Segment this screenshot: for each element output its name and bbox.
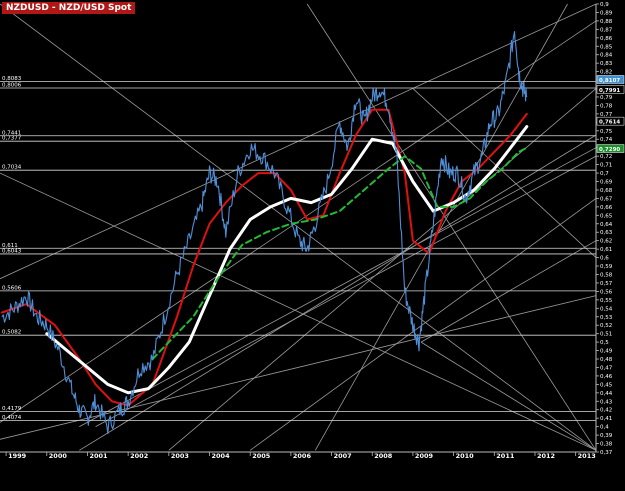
chart: 0,8083 0,8006 0,7441 0,7377 0,7034 0,611 0,604… [0, 0, 625, 487]
y-tick-label-17: 0,54 [600, 306, 613, 312]
x-tick-label-5: 2004 [212, 452, 231, 460]
level-label-7: 0,5606 [2, 285, 22, 291]
y-tick-label-20: 0,57 [600, 281, 613, 287]
level-label-3: 0,7377 [2, 136, 22, 142]
price-tag-label-3: 0,7290 [599, 147, 620, 153]
y-tick-label-41: 0,78 [600, 103, 613, 109]
y-tick-label-6: 0,43 [600, 399, 613, 405]
chart-plot: 0,80830,80060,74410,73770,70340,6110,604… [0, 2, 625, 460]
y-tick-label-26: 0,63 [600, 230, 613, 236]
level-label-10: 0,4074 [2, 415, 22, 421]
y-tick-label-21: 0,58 [600, 272, 613, 278]
y-tick-label-38: 0,75 [600, 129, 613, 135]
y-tick-label-23: 0,6 [600, 256, 609, 262]
y-tick-label-52: 0,89 [600, 10, 613, 16]
x-tick-label-10: 2009 [415, 452, 434, 460]
x-tick-label-0: 1999 [8, 452, 27, 460]
level-label-0: 0,8083 [2, 76, 22, 82]
y-tick-label-37: 0,74 [600, 137, 613, 143]
y-tick-label-19: 0,56 [600, 289, 613, 295]
level-label-6: 0,6043 [2, 248, 22, 254]
y-tick-label-48: 0,85 [600, 44, 613, 50]
moving-average-1 [45, 125, 529, 395]
y-tick-label-33: 0,7 [600, 171, 609, 177]
y-tick-label-10: 0,47 [600, 365, 613, 371]
y-tick-label-35: 0,72 [600, 154, 612, 160]
level-label-4: 0,7034 [2, 165, 22, 171]
y-tick-label-16: 0,53 [600, 315, 613, 321]
y-tick-label-12: 0,49 [600, 349, 613, 355]
x-tick-label-13: 2012 [537, 452, 555, 460]
y-tick-label-13: 0,5 [600, 340, 609, 346]
y-tick-label-49: 0,86 [600, 36, 613, 42]
x-tick-label-4: 2003 [171, 452, 189, 460]
x-tick-label-6: 2005 [252, 452, 271, 460]
y-tick-label-24: 0,61 [600, 247, 612, 253]
y-tick-label-27: 0,64 [600, 222, 613, 228]
trendline-0 [0, 3, 597, 451]
y-tick-label-32: 0,69 [600, 180, 613, 186]
y-tick-label-7: 0,44 [600, 391, 613, 397]
level-label-9: 0,4179 [2, 406, 22, 412]
y-tick-label-0: 0,37 [600, 450, 613, 456]
y-tick-label-22: 0,59 [600, 264, 613, 270]
trendline-12 [420, 240, 597, 343]
level-label-1: 0,8006 [2, 83, 22, 89]
y-tick-label-46: 0,83 [600, 61, 613, 67]
y-tick-label-8: 0,45 [600, 382, 613, 388]
y-tick-label-25: 0,62 [600, 239, 612, 245]
trendline-11 [420, 341, 597, 451]
x-tick-label-14: 2013 [578, 452, 596, 460]
x-tick-label-3: 2002 [130, 452, 148, 460]
y-tick-label-42: 0,79 [600, 95, 613, 101]
y-tick-label-28: 0,65 [600, 213, 613, 219]
x-tick-label-12: 2011 [496, 452, 515, 460]
y-tick-label-31: 0,68 [600, 188, 613, 194]
x-tick-label-1: 2000 [49, 452, 68, 460]
x-tick-label-8: 2007 [334, 452, 352, 460]
y-tick-label-4: 0,41 [600, 416, 612, 422]
trendline-6 [95, 155, 597, 427]
price-tag-label-1: 0,7991 [599, 88, 620, 94]
level-label-8: 0,5082 [2, 330, 21, 336]
y-tick-label-51: 0,88 [600, 19, 613, 25]
x-tick-label-2: 2001 [89, 452, 108, 460]
y-tick-label-45: 0,82 [600, 70, 612, 76]
y-tick-label-11: 0,48 [600, 357, 613, 363]
y-tick-label-5: 0,42 [600, 408, 612, 414]
y-tick-label-30: 0,67 [600, 196, 613, 202]
price-tag-label-2: 0,7614 [599, 120, 620, 126]
y-tick-label-50: 0,87 [600, 27, 613, 33]
x-tick-label-9: 2008 [374, 452, 393, 460]
y-tick-label-18: 0,55 [600, 298, 613, 304]
y-tick-label-53: 0,9 [600, 2, 609, 8]
y-tick-label-2: 0,39 [600, 433, 613, 439]
y-tick-label-34: 0,71 [600, 163, 612, 169]
y-tick-label-1: 0,38 [600, 442, 613, 448]
trendline-5 [79, 147, 597, 427]
chart-title: NZDUSD - NZD/USD Spot [2, 2, 136, 14]
y-tick-label-15: 0,52 [600, 323, 612, 329]
y-tick-label-47: 0,84 [600, 53, 613, 59]
y-tick-label-3: 0,4 [600, 425, 609, 431]
x-tick-label-11: 2010 [456, 452, 475, 460]
trendline-9 [314, 3, 568, 451]
trendline-13 [249, 198, 597, 451]
price-tag-label-0: 0,8107 [599, 78, 620, 84]
y-tick-label-9: 0,46 [600, 374, 613, 380]
moving-average-2 [151, 146, 528, 360]
x-tick-label-7: 2006 [293, 452, 312, 460]
y-tick-label-14: 0,51 [600, 332, 612, 338]
trendline-7 [79, 134, 597, 451]
y-tick-label-29: 0,66 [600, 205, 613, 211]
